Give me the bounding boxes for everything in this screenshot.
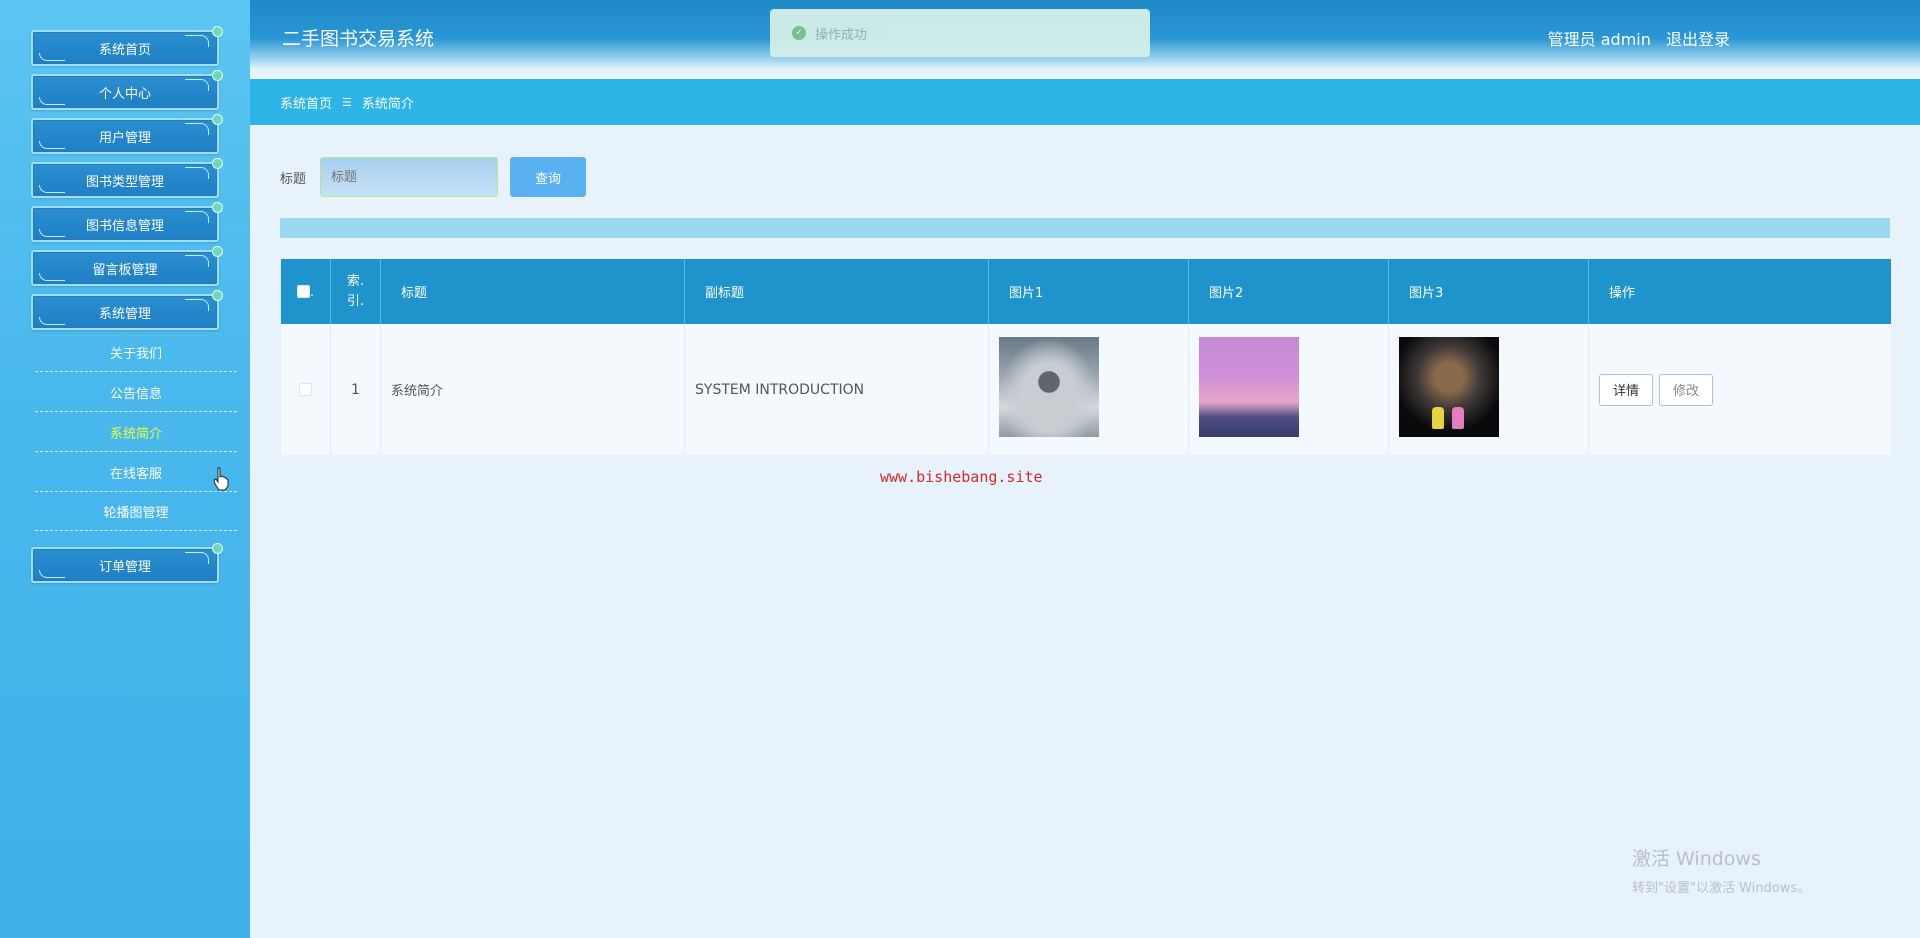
figure-yellow [1432, 407, 1444, 429]
ornament-icon [185, 79, 209, 91]
submenu-about-us[interactable]: 关于我们 [35, 333, 237, 372]
user-info: 管理员 admin 退出登录 [1548, 26, 1730, 50]
ornament-icon [39, 185, 65, 193]
ornament-icon [39, 229, 65, 237]
search-input[interactable] [320, 157, 498, 197]
menu-book-type-management[interactable]: 图书类型管理 [31, 158, 223, 198]
hand-cursor-icon [213, 467, 229, 491]
dot-icon [212, 246, 223, 257]
menu-order-management[interactable]: 订单管理 [31, 543, 223, 583]
menu-label: 图书类型管理 [85, 174, 164, 190]
city-sunset-image[interactable] [1199, 337, 1299, 437]
toast-message: 操作成功 [815, 27, 868, 43]
submenu-announcements[interactable]: 公告信息 [35, 373, 237, 412]
menu-label: 留言板管理 [92, 262, 158, 278]
row-image3-cell [1389, 324, 1589, 455]
dot-icon [212, 114, 223, 125]
header-actions: 操作 [1609, 286, 1636, 301]
windows-activation-hint: 转到"设置"以激活 Windows。 [1632, 881, 1811, 896]
edit-button[interactable]: 修改 [1659, 373, 1714, 406]
menu-home[interactable]: 系统首页 [31, 26, 223, 66]
ornament-icon [185, 552, 209, 564]
dot-icon [212, 158, 223, 169]
floating-island-image[interactable] [999, 337, 1099, 437]
table-row: 1 系统简介 SYSTEM INTRODUCTION 详情 修改 [281, 324, 1891, 455]
header-image3: 图片3 [1389, 259, 1589, 324]
ornament-icon [185, 299, 209, 311]
ornament-icon [39, 317, 65, 325]
search-button[interactable]: 查询 [510, 157, 586, 197]
select-all-cell: . [281, 259, 331, 324]
row-checkbox[interactable] [299, 383, 312, 396]
ornament-icon [185, 211, 209, 223]
menu-label: 系统首页 [98, 42, 151, 58]
menu-system-management[interactable]: 系统管理 [31, 290, 223, 330]
menu-separator-icon: ☰ [342, 95, 352, 109]
admin-username: 管理员 admin [1547, 30, 1651, 49]
breadcrumb-current: 系统简介 [361, 96, 414, 112]
ornament-icon [39, 97, 65, 105]
dot-icon [212, 290, 223, 301]
menu-user-management[interactable]: 用户管理 [31, 114, 223, 154]
dot-icon [212, 70, 223, 81]
app-title: 二手图书交易系统 [282, 28, 435, 50]
row-subtitle: SYSTEM INTRODUCTION [685, 324, 989, 455]
row-title: 系统简介 [381, 324, 685, 455]
submenu-system-intro[interactable]: 系统简介 [35, 413, 237, 452]
windows-activation-title: 激活 Windows [1632, 848, 1761, 870]
ornament-icon [39, 53, 65, 61]
sidebar: 系统首页 个人中心 用户管理 图书类型管理 图书信息管理 留言板管理 系统管理 … [0, 0, 250, 938]
header-index: 索. 引. [331, 259, 381, 324]
search-label: 标题 [280, 172, 307, 187]
ornament-icon [185, 35, 209, 47]
ornament-icon [39, 141, 65, 149]
row-select-cell [281, 324, 331, 455]
header-title: 标题 [381, 259, 685, 324]
row-index: 1 [331, 324, 381, 455]
check-circle-icon: ✓ [792, 26, 806, 40]
menu-book-info-management[interactable]: 图书信息管理 [31, 202, 223, 242]
site-watermark: www.bishebang.site [880, 468, 1043, 486]
planet-figures-image[interactable] [1399, 337, 1499, 437]
row-image2-cell [1189, 324, 1389, 455]
success-toast: ✓ 操作成功 [770, 9, 1150, 57]
ornament-icon [39, 570, 65, 578]
header-image1: 图片1 [989, 259, 1189, 324]
menu-label: 个人中心 [98, 86, 151, 102]
header: 二手图书交易系统 ✓ 操作成功 管理员 admin 退出登录 [250, 0, 1920, 70]
windows-activation-notice: 激活 Windows 转到"设置"以激活 Windows。 [1632, 844, 1810, 896]
ornament-icon [185, 255, 209, 267]
detail-button[interactable]: 详情 [1599, 373, 1654, 406]
menu-personal-center[interactable]: 个人中心 [31, 70, 223, 110]
menu-label: 用户管理 [98, 130, 151, 146]
action-bar [280, 218, 1890, 238]
breadcrumb: 系统首页 ☰ 系统简介 [250, 79, 1920, 125]
breadcrumb-home[interactable]: 系统首页 [280, 93, 332, 112]
menu-message-board-management[interactable]: 留言板管理 [31, 246, 223, 286]
dot-icon [212, 26, 223, 37]
menu-label: 系统管理 [98, 306, 151, 322]
menu-label: 订单管理 [98, 559, 151, 575]
menu-label: 图书信息管理 [85, 218, 164, 234]
table-header: . 索. 引. 标题 副标题 图片1 图片2 图片3 操作 [281, 259, 1891, 324]
submenu-online-service[interactable]: 在线客服 [35, 453, 237, 492]
data-table: . 索. 引. 标题 副标题 图片1 图片2 图片3 操作 1 系统简介 SYS… [280, 258, 1891, 455]
dot-icon [212, 202, 223, 213]
ornament-icon [39, 273, 65, 281]
logout-link[interactable]: 退出登录 [1666, 30, 1730, 49]
header-subtitle: 副标题 [685, 259, 989, 324]
figure-pink [1452, 407, 1464, 429]
select-all-checkbox[interactable] [297, 285, 311, 298]
dot-icon [212, 543, 223, 554]
row-actions: 详情 修改 [1589, 324, 1891, 455]
ornament-icon [185, 167, 209, 179]
ornament-icon [185, 123, 209, 135]
row-image1-cell [989, 324, 1189, 455]
submenu-carousel-management[interactable]: 轮播图管理 [35, 492, 237, 531]
header-image2: 图片2 [1189, 259, 1389, 324]
